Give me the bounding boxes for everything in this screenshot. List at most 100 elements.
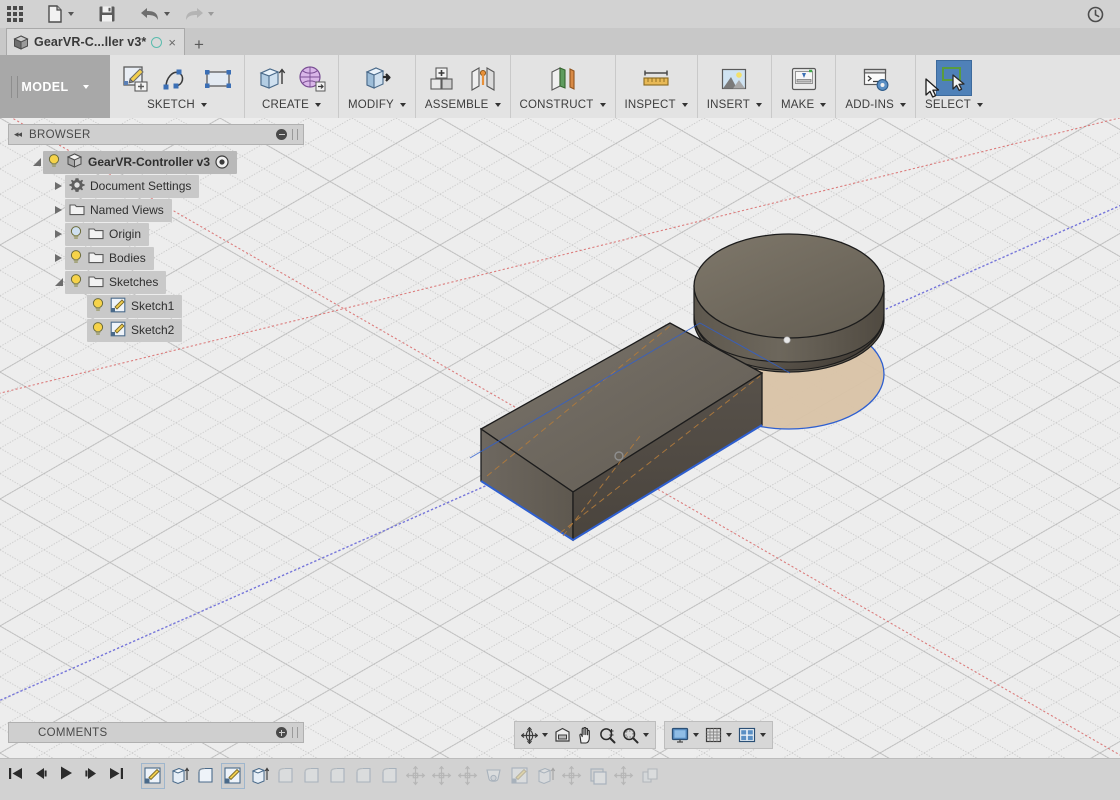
insert-image-icon[interactable]: [717, 62, 751, 96]
visibility-bulb-icon[interactable]: [91, 297, 105, 313]
3d-print-icon[interactable]: [787, 62, 821, 96]
fillet-feature-icon[interactable]: [301, 764, 323, 788]
visibility-toggle[interactable]: [91, 321, 105, 340]
play-icon[interactable]: [58, 765, 74, 786]
browser-item-gearvr-controller-v3[interactable]: GearVR-Controller v3: [8, 150, 304, 174]
display-settings-icon[interactable]: [669, 725, 701, 745]
extrude-feature-icon[interactable]: [535, 764, 557, 788]
sketch-feature-icon[interactable]: [509, 764, 531, 788]
spline-icon[interactable]: [160, 62, 194, 96]
step-forward-icon[interactable]: [84, 766, 99, 786]
measure-icon[interactable]: [639, 62, 673, 96]
new-tab-button[interactable]: +: [185, 36, 213, 53]
visibility-toggle[interactable]: [91, 297, 105, 316]
extrude-icon[interactable]: [254, 62, 288, 96]
revolve-feature-icon[interactable]: [483, 764, 505, 788]
browser-resize-grip[interactable]: [292, 129, 298, 140]
file-icon: [48, 5, 62, 23]
browser-item-sketch1[interactable]: Sketch1: [8, 294, 304, 318]
fillet-feature-icon[interactable]: [379, 764, 401, 788]
joint-icon[interactable]: [466, 62, 500, 96]
minimize-icon[interactable]: [276, 129, 287, 140]
visibility-bulb-icon[interactable]: [69, 225, 83, 241]
extrude-feature-icon[interactable]: [249, 764, 271, 788]
visibility-bulb-icon[interactable]: [69, 273, 83, 289]
browser-item-bodies[interactable]: Bodies: [8, 246, 304, 270]
ribbon-group-insert-label[interactable]: INSERT: [707, 99, 762, 111]
redo-button[interactable]: [177, 0, 221, 28]
disclosure-triangle-icon[interactable]: [52, 278, 65, 286]
move-feature-icon[interactable]: [457, 764, 479, 788]
shell-feature-icon[interactable]: [587, 764, 609, 788]
disclosure-triangle-icon[interactable]: [52, 206, 65, 214]
document-tab[interactable]: GearVR-C...ller v3* ×: [6, 28, 185, 55]
comments-resize-grip[interactable]: [292, 727, 298, 738]
rectangle-icon[interactable]: [201, 62, 235, 96]
offset-plane-icon[interactable]: [546, 62, 580, 96]
ribbon-group-inspect-label[interactable]: INSPECT: [625, 99, 688, 111]
sketch-feature-icon[interactable]: [221, 763, 245, 789]
create-form-icon[interactable]: [295, 62, 329, 96]
fillet-feature-icon[interactable]: [353, 764, 375, 788]
browser-item-sketches[interactable]: Sketches: [8, 270, 304, 294]
disclosure-triangle-icon[interactable]: [52, 230, 65, 238]
sketch-feature-icon[interactable]: [141, 763, 165, 789]
fillet-feature-icon[interactable]: [195, 764, 217, 788]
go-to-end-icon[interactable]: [109, 766, 124, 786]
extrude-feature-icon[interactable]: [169, 764, 191, 788]
press-pull-icon[interactable]: [360, 62, 394, 96]
visibility-toggle[interactable]: [69, 225, 83, 244]
add-comment-icon[interactable]: [276, 727, 287, 738]
cylinder-origin-point: [783, 336, 791, 344]
browser-item-named-views[interactable]: Named Views: [8, 198, 304, 222]
visibility-bulb-icon[interactable]: [91, 321, 105, 337]
ribbon-group-construct-label[interactable]: CONSTRUCT: [520, 99, 606, 111]
visibility-bulb-icon[interactable]: [47, 153, 61, 169]
browser-item-origin[interactable]: Origin: [8, 222, 304, 246]
new-component-icon[interactable]: [425, 62, 459, 96]
browser-item-document-settings[interactable]: Document Settings: [8, 174, 304, 198]
ribbon-group-addins-label[interactable]: ADD-INS: [845, 99, 907, 111]
ribbon-group-sketch-label[interactable]: SKETCH: [147, 99, 207, 111]
undo-button[interactable]: [133, 0, 177, 28]
collapse-left-icon[interactable]: ◂◂: [14, 129, 22, 140]
move-feature-icon[interactable]: [613, 764, 635, 788]
pan-icon[interactable]: [575, 725, 595, 745]
move-feature-icon[interactable]: [431, 764, 453, 788]
file-menu-button[interactable]: [40, 0, 81, 28]
ribbon-group-create-label[interactable]: CREATE: [262, 99, 321, 111]
scripts-addins-icon[interactable]: [859, 62, 893, 96]
create-sketch-icon[interactable]: [119, 62, 153, 96]
close-tab-icon[interactable]: ×: [167, 36, 177, 49]
disclosure-triangle-icon[interactable]: [52, 254, 65, 262]
activate-icon[interactable]: [215, 155, 229, 169]
disclosure-triangle-icon[interactable]: [52, 182, 65, 190]
orbit-icon[interactable]: [519, 725, 550, 745]
show-data-panel-button[interactable]: [0, 0, 30, 28]
go-to-beginning-icon[interactable]: [8, 766, 23, 786]
browser-item-sketch2[interactable]: Sketch2: [8, 318, 304, 342]
workspace-switcher[interactable]: MODEL: [0, 55, 110, 118]
ribbon-group-make-label[interactable]: MAKE: [781, 99, 827, 111]
visibility-toggle[interactable]: [47, 153, 61, 172]
fillet-feature-icon[interactable]: [327, 764, 349, 788]
recent-activity-button[interactable]: [1080, 0, 1111, 28]
disclosure-triangle-icon[interactable]: [30, 158, 43, 166]
ribbon-group-assemble-label[interactable]: ASSEMBLE: [425, 99, 501, 111]
fit-icon[interactable]: [620, 725, 651, 745]
move-feature-icon[interactable]: [405, 764, 427, 788]
visibility-bulb-icon[interactable]: [69, 249, 83, 265]
timeline-features: [141, 763, 661, 789]
combine-feature-icon[interactable]: [639, 764, 661, 788]
look-at-icon[interactable]: [552, 725, 573, 745]
fillet-feature-icon[interactable]: [275, 764, 297, 788]
visibility-toggle[interactable]: [69, 249, 83, 268]
save-button[interactable]: [91, 0, 123, 28]
viewports-icon[interactable]: [736, 725, 768, 745]
grid-snaps-icon[interactable]: [703, 725, 734, 745]
move-feature-icon[interactable]: [561, 764, 583, 788]
visibility-toggle[interactable]: [69, 273, 83, 292]
zoom-icon[interactable]: [597, 725, 618, 745]
step-back-icon[interactable]: [33, 766, 48, 786]
ribbon-group-modify-label[interactable]: MODIFY: [348, 99, 406, 111]
